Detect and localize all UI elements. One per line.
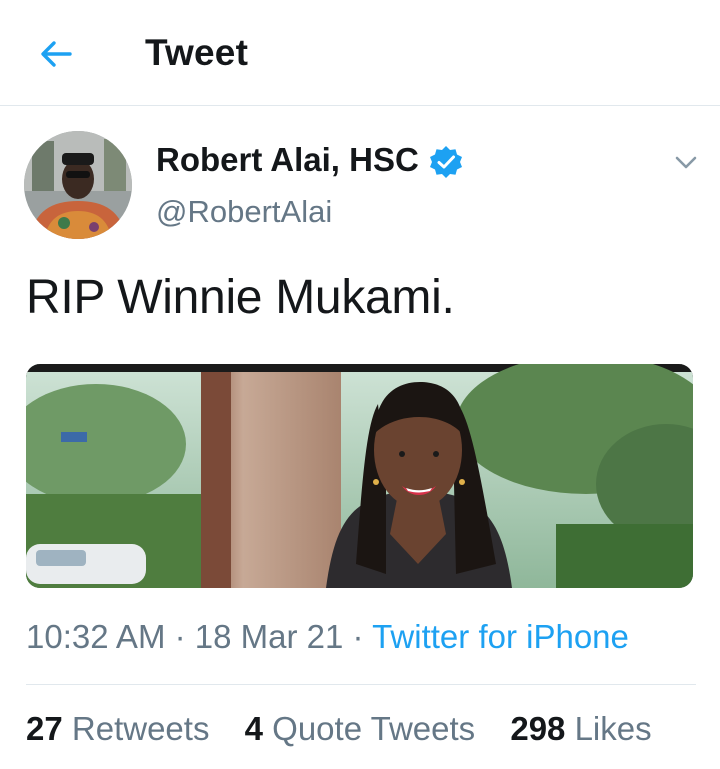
author-handle[interactable]: @RobertAlai (156, 194, 332, 230)
tweet-source-link[interactable]: Twitter for iPhone (372, 618, 629, 655)
photo-woman-smiling (26, 364, 693, 588)
author-name[interactable]: Robert Alai, HSC (156, 141, 419, 179)
retweets-label: Retweets (71, 710, 210, 747)
tweet-time: 10:32 AM (26, 618, 166, 655)
avatar[interactable] (24, 131, 132, 239)
tweet-stats: 27 Retweets 4 Quote Tweets 298 Likes (26, 710, 678, 748)
back-button[interactable] (30, 28, 82, 80)
tweet-date: 18 Mar 21 (194, 618, 344, 655)
meta-separator: · (343, 618, 373, 655)
tweet-media[interactable] (26, 364, 693, 588)
likes-label: Likes (574, 710, 652, 747)
tweet-text: RIP Winnie Mukami. (26, 271, 455, 324)
likes-stat[interactable]: 298 Likes (510, 710, 651, 747)
chevron-down-icon[interactable] (670, 146, 702, 178)
likes-count: 298 (510, 710, 566, 747)
page-title: Tweet (145, 32, 249, 73)
retweets-stat[interactable]: 27 Retweets (26, 710, 209, 747)
top-bar: Tweet (0, 0, 720, 106)
meta-separator: · (165, 618, 195, 655)
divider (26, 684, 696, 685)
arrow-left-icon (41, 41, 72, 67)
avatar-photo (24, 131, 132, 239)
quote-tweets-label: Quote Tweets (272, 710, 476, 747)
quote-tweets-count: 4 (244, 710, 263, 747)
tweet-meta: 10:32 AM · 18 Mar 21 · Twitter for iPhon… (26, 618, 629, 656)
verified-badge-icon (430, 146, 462, 178)
quote-tweets-stat[interactable]: 4 Quote Tweets (245, 710, 476, 747)
retweets-count: 27 (26, 710, 63, 747)
